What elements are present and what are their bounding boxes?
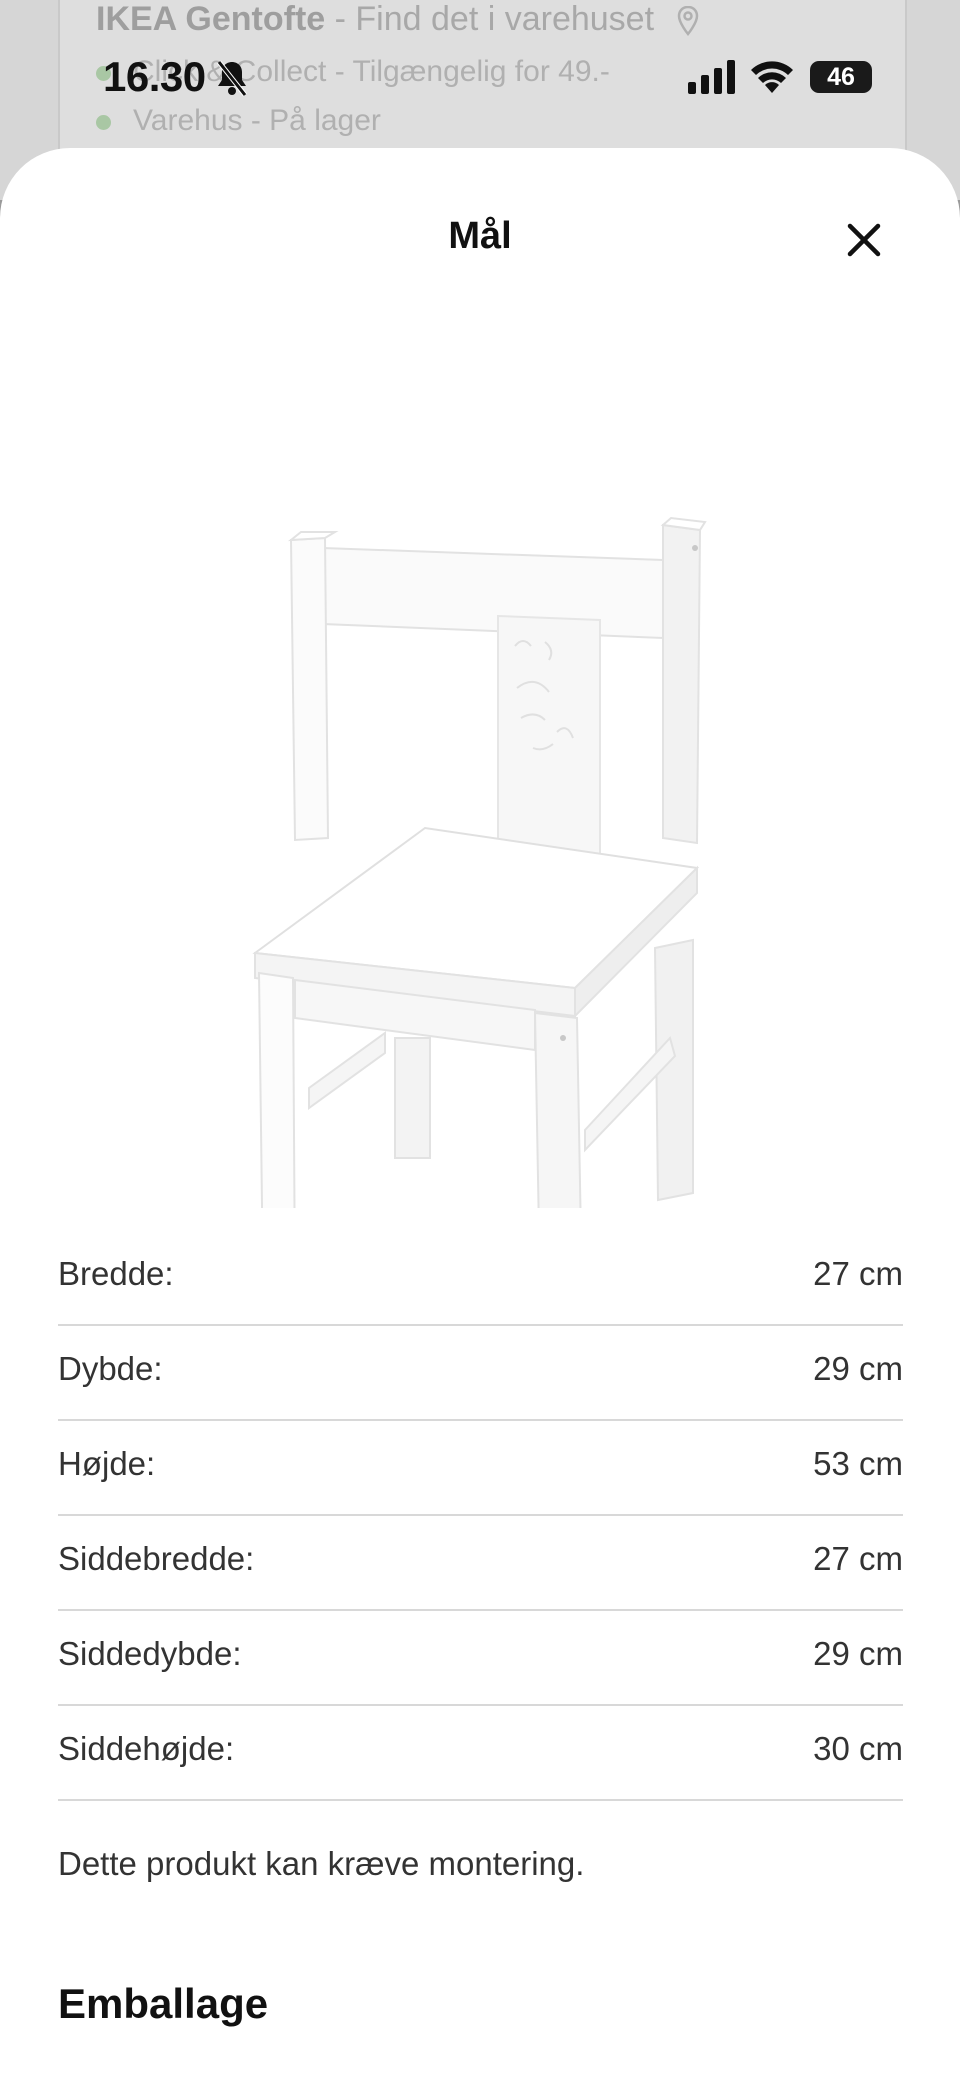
dimension-value: 29 cm bbox=[813, 1350, 903, 1387]
dimension-label: Bredde: bbox=[58, 1255, 174, 1292]
dimension-value: 27 cm bbox=[813, 1255, 903, 1292]
dimension-row: Siddedybde: 29 cm bbox=[58, 1613, 903, 1706]
packaging-heading: Emballage bbox=[58, 1980, 269, 2027]
status-time: 16.30 bbox=[103, 53, 206, 100]
dimension-value: 29 cm bbox=[813, 1635, 903, 1672]
battery-level: 46 bbox=[827, 63, 855, 91]
sheet-title: Mål bbox=[448, 215, 512, 257]
wifi-icon bbox=[751, 61, 793, 93]
dimension-row: Dybde: 29 cm bbox=[58, 1328, 903, 1421]
dimension-label: Siddebredde: bbox=[58, 1540, 255, 1577]
product-image bbox=[252, 516, 707, 1208]
signal-icon bbox=[688, 60, 735, 94]
dimension-row: Siddebredde: 27 cm bbox=[58, 1518, 903, 1611]
dimension-row: Bredde: 27 cm bbox=[58, 1233, 903, 1326]
dimension-value: 27 cm bbox=[813, 1540, 903, 1577]
close-button[interactable] bbox=[838, 214, 890, 266]
battery-icon: 46 bbox=[810, 61, 872, 93]
status-bar: 16.30 46 bbox=[0, 0, 960, 150]
dimensions-list: Bredde: 27 cm Dybde: 29 cm Højde: 53 cm … bbox=[58, 1233, 903, 1801]
dimension-label: Siddedybde: bbox=[58, 1635, 242, 1672]
dimension-value: 53 cm bbox=[813, 1445, 903, 1482]
dimension-label: Højde: bbox=[58, 1445, 156, 1482]
bell-muted-icon bbox=[217, 60, 247, 97]
dimension-row: Højde: 53 cm bbox=[58, 1423, 903, 1516]
dimension-row: Siddehøjde: 30 cm bbox=[58, 1708, 903, 1801]
assembly-note: Dette produkt kan kræve montering. bbox=[58, 1845, 585, 1882]
dimension-label: Siddehøjde: bbox=[58, 1730, 235, 1767]
dimension-label: Dybde: bbox=[58, 1350, 163, 1387]
close-icon bbox=[847, 223, 881, 257]
dimension-value: 30 cm bbox=[813, 1730, 903, 1767]
dimensions-sheet: Mål Bredde: 27 cm Dybde: 29 cm Højde: 53… bbox=[0, 148, 960, 2087]
